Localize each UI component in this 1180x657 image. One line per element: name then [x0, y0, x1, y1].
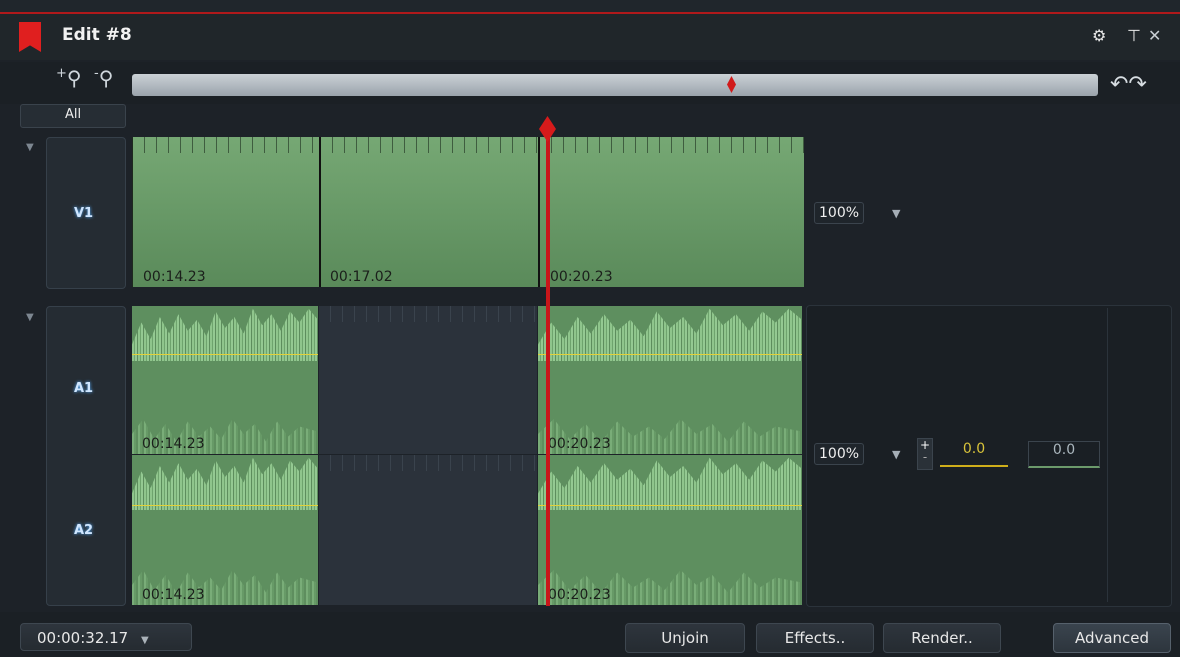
video-clip-3[interactable]: 00:20.23: [538, 137, 804, 287]
top-border: [0, 0, 1180, 14]
duration-selector[interactable]: 00:00:32.17 ▼: [20, 623, 192, 651]
chevron-down-icon: ▼: [141, 635, 149, 646]
render-button[interactable]: Render..: [883, 623, 1001, 653]
audio-gap-a1: [319, 306, 537, 454]
mixer-strip: [1107, 308, 1168, 602]
advanced-button[interactable]: Advanced: [1053, 623, 1171, 653]
volume-dropdown-icon[interactable]: ▼: [892, 448, 900, 461]
undo-redo-icon[interactable]: ↶↷: [1110, 72, 1147, 97]
clip-timecode: 00:20.23: [548, 436, 611, 452]
zoom-in-label: +: [56, 66, 67, 81]
audio-gap-a2: [319, 455, 537, 605]
audio-clip-a2-1[interactable]: 00:14.23: [132, 455, 318, 605]
track-header-v1[interactable]: V1: [46, 137, 126, 289]
opacity-dropdown-icon[interactable]: ▼: [892, 207, 900, 220]
title-bar: Edit #8 ⚙ ⊤ ✕: [0, 14, 1180, 60]
gain-field-b[interactable]: 0.0: [1028, 441, 1100, 468]
volume-line[interactable]: [538, 354, 802, 355]
opacity-value[interactable]: 100%: [814, 202, 865, 224]
pin-icon[interactable]: ⊤: [1127, 26, 1141, 45]
volume-value[interactable]: 100%: [814, 443, 865, 465]
window-title: Edit #8: [62, 25, 132, 45]
clip-timecode: 00:20.23: [548, 587, 611, 603]
audio-clip-a2-2[interactable]: 00:20.23: [538, 455, 802, 605]
unjoin-button[interactable]: Unjoin: [625, 623, 745, 653]
audio-clip-a1-2[interactable]: 00:20.23: [538, 306, 802, 454]
minus-button[interactable]: -: [918, 451, 932, 463]
volume-line[interactable]: [538, 505, 802, 506]
zoom-in-icon[interactable]: +⚲: [56, 66, 82, 90]
track-name-a2: A2: [74, 523, 94, 538]
collapse-v1-icon[interactable]: ▼: [26, 142, 34, 153]
track-name-a1: A1: [74, 381, 94, 396]
scrubber-position-marker[interactable]: [727, 76, 736, 93]
all-button[interactable]: All: [20, 104, 126, 128]
volume-line[interactable]: [132, 505, 318, 506]
clip-timecode: 00:20.23: [550, 269, 613, 285]
close-icon[interactable]: ✕: [1148, 26, 1161, 45]
clip-timecode: 00:14.23: [142, 587, 205, 603]
playhead[interactable]: [546, 126, 550, 606]
zoom-out-label: -: [94, 66, 99, 81]
clip-timecode: 00:14.23: [142, 436, 205, 452]
clip-timecode: 00:14.23: [143, 269, 206, 285]
track-header-audio[interactable]: A1 A2: [46, 306, 126, 606]
clip-timecode: 00:17.02: [330, 269, 393, 285]
collapse-a-icon[interactable]: ▼: [26, 312, 34, 323]
duration-value: 00:00:32.17: [37, 629, 129, 647]
track-name-v1: V1: [74, 206, 94, 221]
audio-clip-a1-1[interactable]: 00:14.23: [132, 306, 318, 454]
gears-icon[interactable]: ⚙: [1092, 26, 1106, 45]
video-clip-1[interactable]: 00:14.23: [132, 137, 319, 287]
volume-line[interactable]: [132, 354, 318, 355]
effects-button[interactable]: Effects..: [756, 623, 874, 653]
timeline-scrubber[interactable]: [132, 74, 1098, 96]
gain-field-a[interactable]: 0.0: [940, 441, 1008, 467]
zoom-out-icon[interactable]: -⚲: [94, 66, 113, 90]
bookmark-icon: [19, 22, 41, 52]
plus-minus-stepper[interactable]: + -: [917, 438, 933, 470]
video-clip-2[interactable]: 00:17.02: [319, 137, 539, 287]
